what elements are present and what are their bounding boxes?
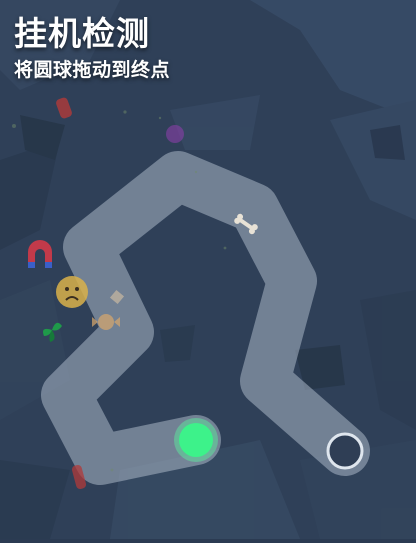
draggable-ball[interactable] <box>174 418 218 462</box>
game-canvas: 挂机检测 将圆球拖动到终点 <box>0 0 416 539</box>
page-title: 挂机检测 <box>14 14 150 53</box>
hud: 挂机检测 将圆球拖动到终点 <box>14 14 170 84</box>
orb-icon <box>166 125 184 143</box>
instruction-text: 将圆球拖动到终点 <box>14 59 171 81</box>
sad-face-icon <box>56 276 88 308</box>
goal-hole <box>326 432 364 470</box>
